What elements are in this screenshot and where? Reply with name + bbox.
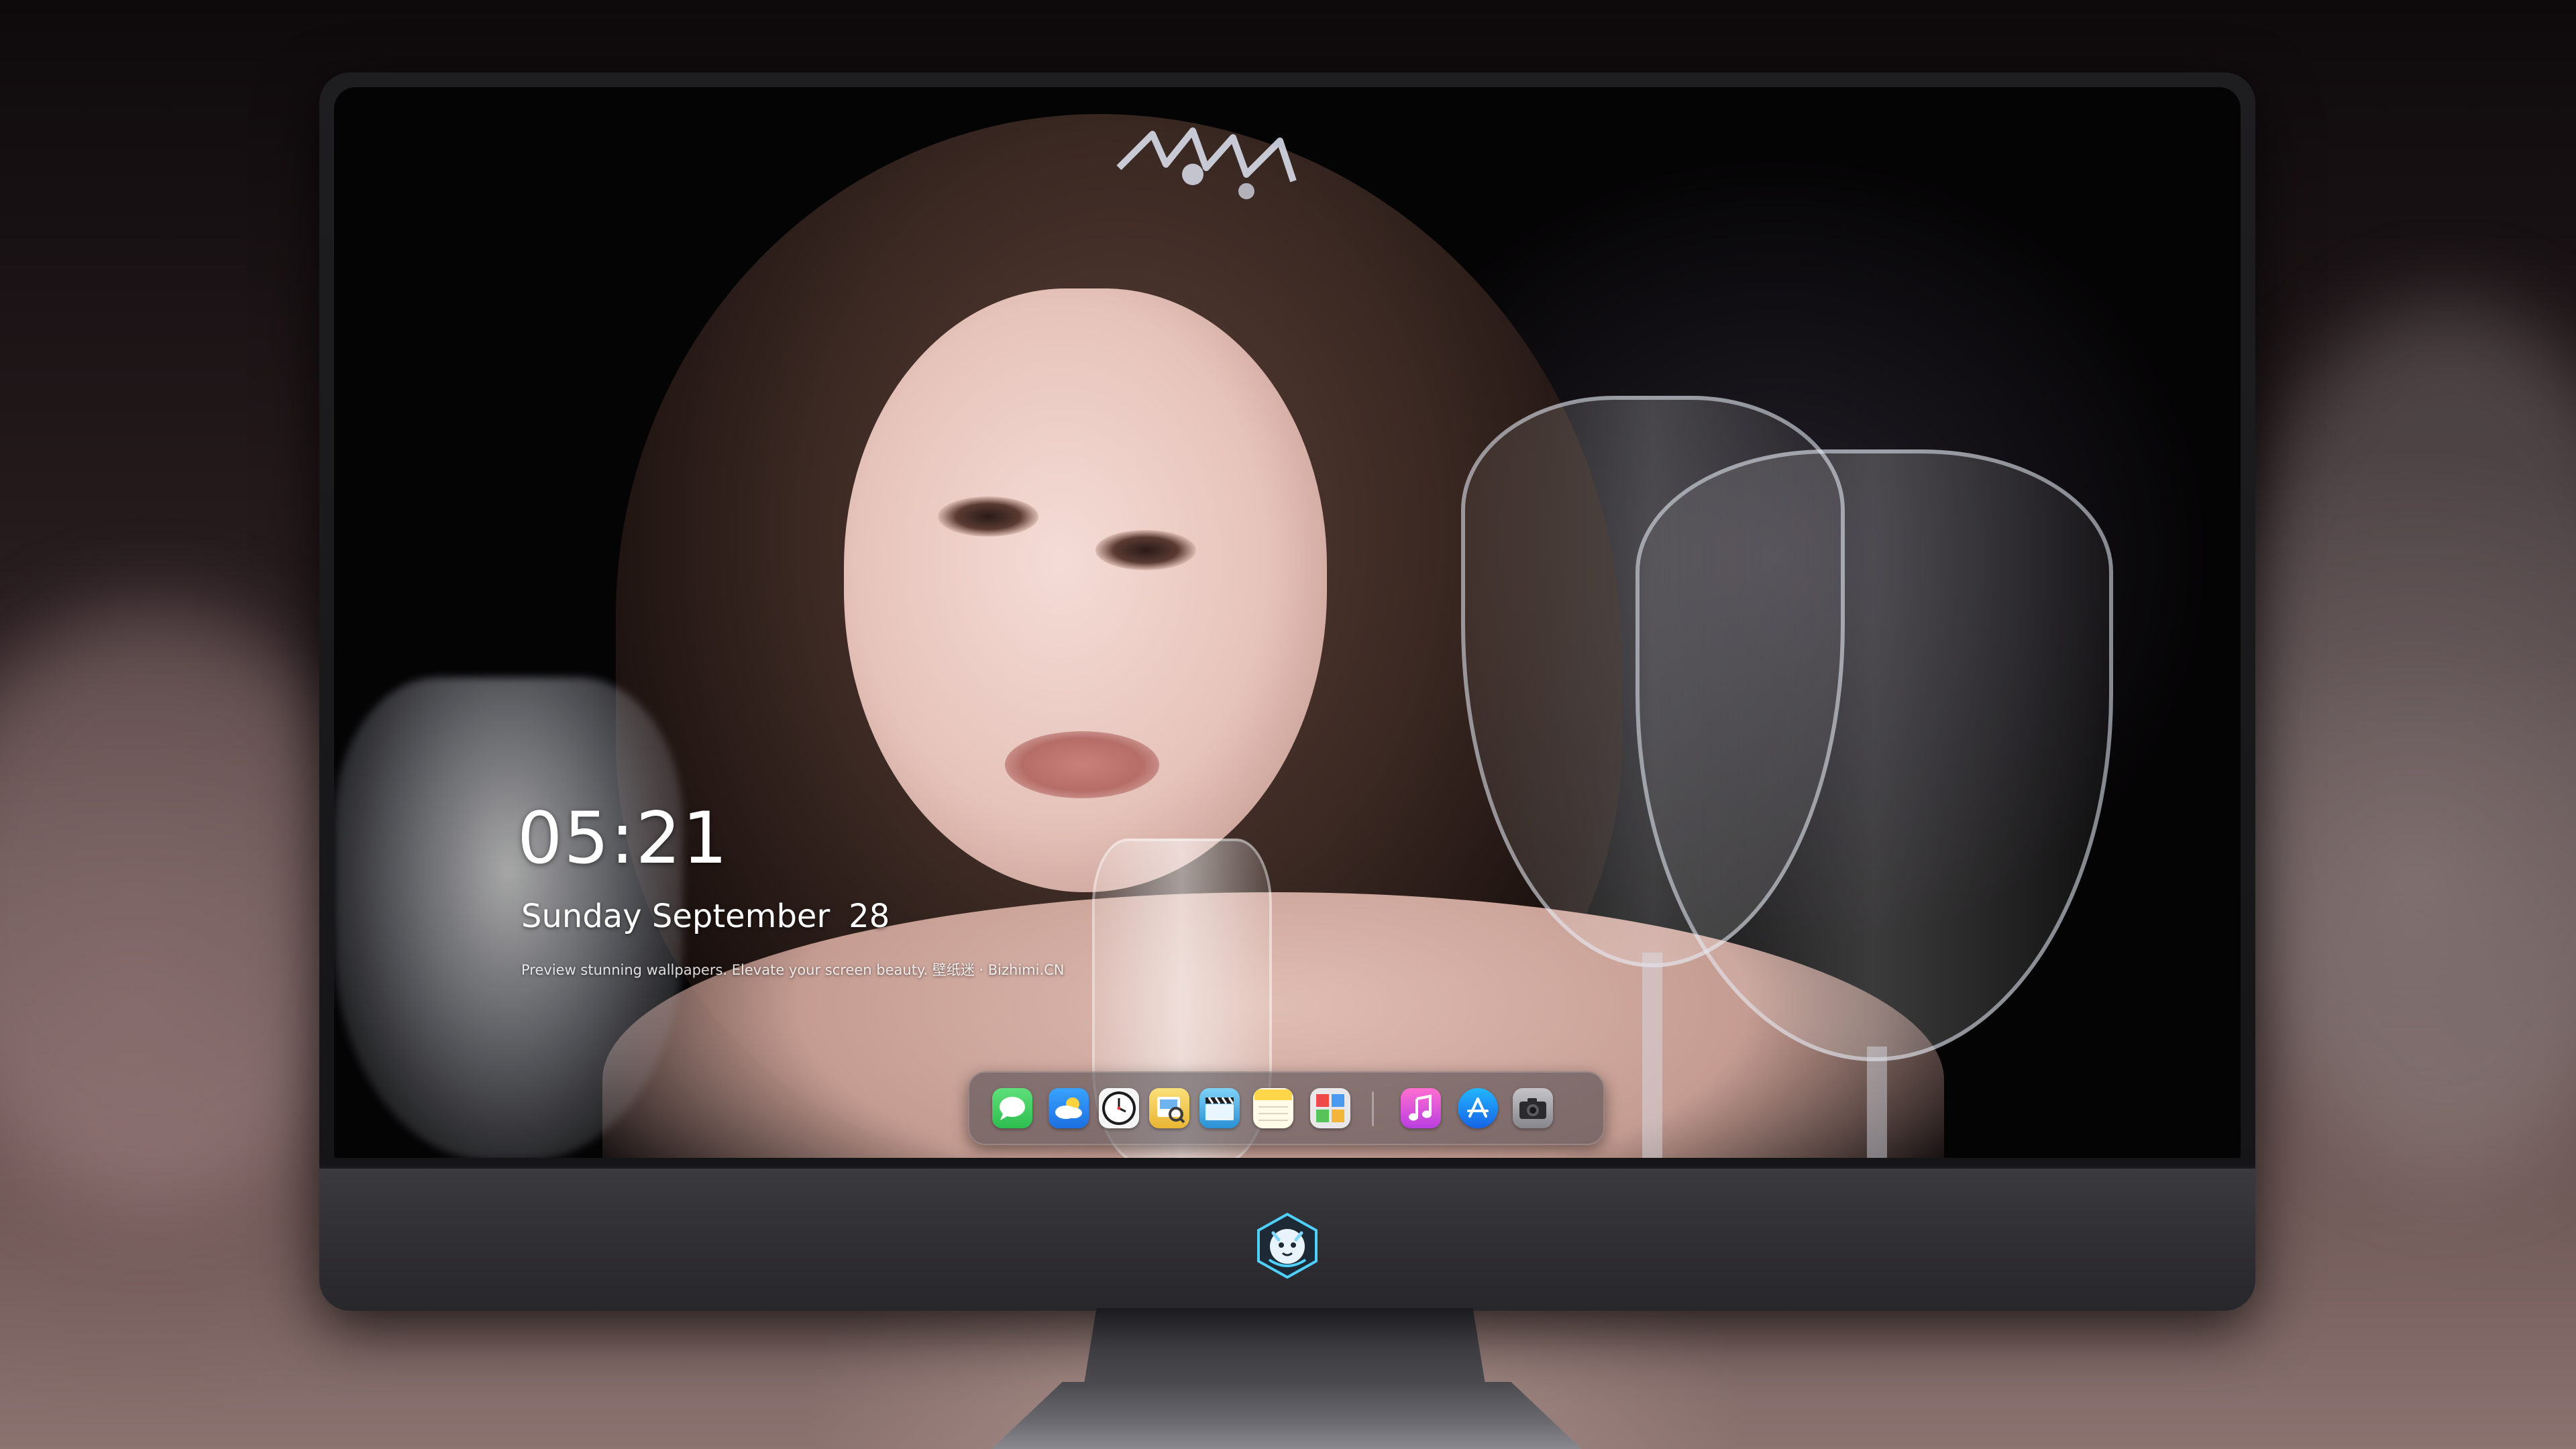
messages-icon[interactable] <box>992 1088 1032 1128</box>
wallpaper-lips <box>1005 731 1159 798</box>
monitor-stand-base <box>991 1382 1582 1449</box>
app-store-icon[interactable] <box>1458 1088 1498 1128</box>
dragon-logo-icon <box>1257 1213 1318 1279</box>
clock-icon[interactable] <box>1099 1088 1139 1128</box>
dock <box>968 1071 1605 1145</box>
tiara-icon <box>1116 127 1297 199</box>
music-icon[interactable] <box>1401 1088 1441 1128</box>
lockscreen-clock: 05:21 <box>517 797 729 879</box>
camera-icon[interactable] <box>1513 1088 1553 1128</box>
wallpaper-eye-left <box>938 496 1038 537</box>
lockscreen-date-weekday-month: Sunday September <box>521 898 830 935</box>
screen: 05:21 Sunday September 28 Preview stunnin… <box>334 87 2241 1158</box>
monitor: 05:21 Sunday September 28 Preview stunnin… <box>319 72 2255 1311</box>
monitor-chin <box>319 1166 2255 1311</box>
wallpaper-wine-glass-stem-2 <box>1867 1046 1887 1158</box>
preview-icon[interactable] <box>1149 1088 1189 1128</box>
dock-separator <box>1372 1091 1374 1126</box>
lockscreen-date-day: 28 <box>849 898 890 935</box>
backdrop-blur-right <box>2214 302 2576 1174</box>
lockscreen-tagline: Preview stunning wallpapers. Elevate you… <box>521 962 1065 978</box>
photo-booth-icon[interactable] <box>1310 1088 1350 1128</box>
lockscreen-date: Sunday September 28 <box>521 898 890 935</box>
wallpaper-wine-glass-stem-1 <box>1642 953 1662 1158</box>
notes-icon[interactable] <box>1253 1088 1293 1128</box>
wallpaper-eye-right <box>1095 530 1196 570</box>
desktop-background: 05:21 Sunday September 28 Preview stunnin… <box>0 0 2576 1449</box>
weather-icon[interactable] <box>1049 1088 1089 1128</box>
wallpaper <box>334 87 2241 1158</box>
wallpaper-face <box>844 288 1327 892</box>
clapperboard-icon[interactable] <box>1199 1088 1240 1128</box>
